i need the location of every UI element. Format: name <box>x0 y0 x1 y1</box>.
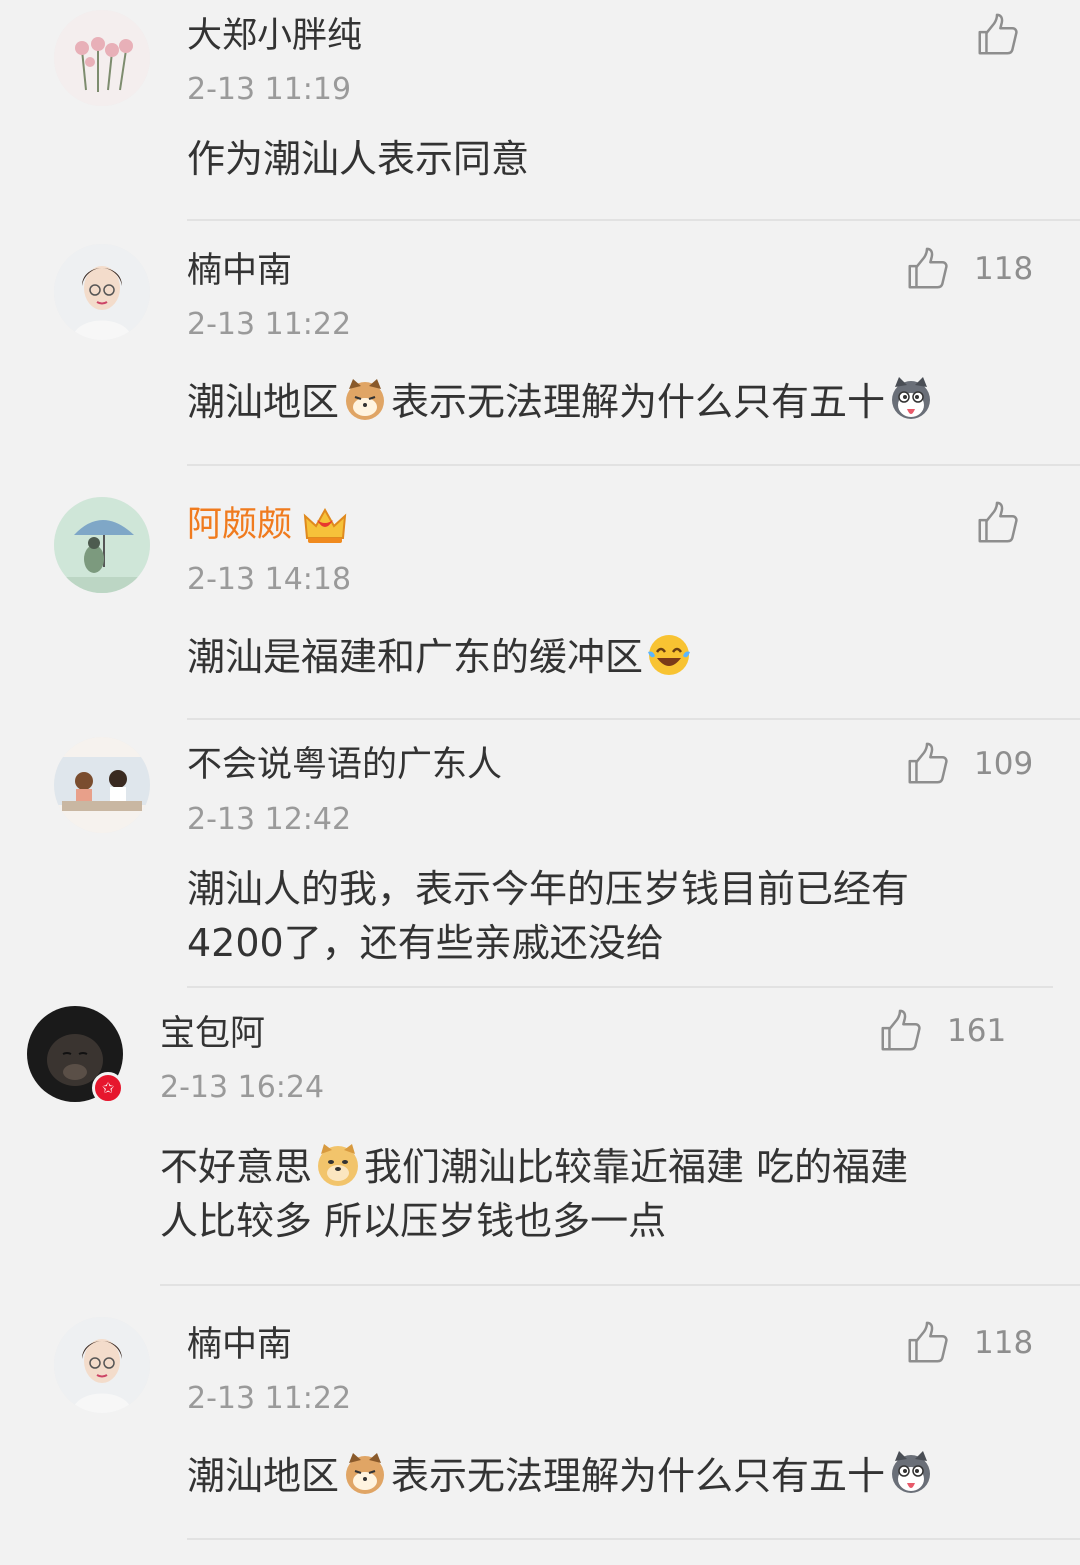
comment-text: 作为潮汕人表示同意 <box>187 137 530 181</box>
thumbs-up-icon <box>974 500 1020 546</box>
timestamp: 2-13 16:24 <box>160 1070 325 1105</box>
husky-emoji-icon <box>892 1451 931 1493</box>
verified-badge-icon: ✩ <box>92 1072 124 1104</box>
username[interactable]: 楠中南 <box>187 249 292 293</box>
like-count: 118 <box>974 251 1034 287</box>
avatar[interactable] <box>54 244 150 340</box>
timestamp: 2-13 11:22 <box>187 307 352 342</box>
text-line: 人比较多 所以压岁钱也多一点 <box>160 1199 667 1243</box>
like-button[interactable]: 161 <box>877 1006 1006 1056</box>
thumbs-up-icon <box>904 741 950 787</box>
comment-text: 潮汕人的我，表示今年的压岁钱目前已经有 4200了，还有些亲戚还没给 <box>187 862 909 970</box>
like-button[interactable] <box>974 10 1020 60</box>
timestamp: 2-13 14:18 <box>187 562 352 597</box>
comment-text: 潮汕是福建和广东的缓冲区 <box>187 630 695 684</box>
avatar[interactable] <box>54 10 150 106</box>
text-segment: 潮汕是福建和广东的缓冲区 <box>187 635 644 679</box>
text-segment: 潮汕地区 <box>187 380 340 424</box>
like-button[interactable]: 118 <box>904 244 1033 294</box>
avatar[interactable] <box>54 497 150 593</box>
timestamp: 2-13 12:42 <box>187 802 352 837</box>
timestamp: 2-13 11:19 <box>187 72 352 107</box>
thumbs-up-icon <box>904 246 950 292</box>
like-count: 109 <box>974 746 1034 782</box>
username[interactable]: 不会说粤语的广东人 <box>187 743 502 787</box>
divider <box>187 986 1053 988</box>
like-button[interactable]: 118 <box>904 1318 1033 1368</box>
username[interactable]: 大郑小胖纯 <box>187 14 362 58</box>
text-segment: 我们潮汕比较靠近福建 吃的福建 <box>364 1145 909 1189</box>
text-line: 不好意思 我们潮汕比较靠近福建 吃的福建 <box>160 1140 908 1194</box>
avatar[interactable] <box>54 1317 150 1413</box>
thumbs-up-icon <box>974 12 1020 58</box>
like-button[interactable] <box>974 498 1020 548</box>
text-line: 4200了，还有些亲戚还没给 <box>187 921 664 965</box>
doge-emoji-icon <box>318 1144 359 1186</box>
cat-emoji-icon <box>346 1453 385 1494</box>
divider <box>187 1538 1080 1540</box>
thumbs-up-icon <box>877 1008 923 1054</box>
thumbs-up-icon <box>904 1320 950 1366</box>
text-segment: 不好意思 <box>160 1145 313 1189</box>
username[interactable]: 阿颇颇 <box>187 503 348 547</box>
text-segment: 潮汕地区 <box>187 1454 340 1498</box>
text-line: 潮汕人的我，表示今年的压岁钱目前已经有 <box>187 867 910 911</box>
divider <box>160 1284 1080 1286</box>
username[interactable]: 楠中南 <box>187 1323 292 1367</box>
avatar[interactable] <box>54 737 150 833</box>
username[interactable]: 宝包阿 <box>160 1012 265 1056</box>
text-segment: 表示无法理解为什么只有五十 <box>391 1454 886 1498</box>
laughing-tears-emoji-icon <box>648 635 691 675</box>
like-button[interactable]: 109 <box>904 739 1033 789</box>
like-count: 161 <box>947 1013 1007 1049</box>
comment-text: 潮汕地区 表示无法理解为什么只有五十 <box>187 375 937 429</box>
husky-emoji-icon <box>892 377 931 419</box>
like-count: 118 <box>974 1325 1034 1361</box>
cat-emoji-icon <box>346 379 385 420</box>
comment-text: 不好意思 我们潮汕比较靠近福建 吃的福建 人比较多 所以压岁钱也多一点 <box>160 1140 908 1248</box>
timestamp: 2-13 11:22 <box>187 1381 352 1416</box>
comment-text: 潮汕地区 表示无法理解为什么只有五十 <box>187 1449 937 1503</box>
divider <box>187 464 1080 466</box>
divider <box>187 219 1080 221</box>
username-text: 阿颇颇 <box>187 505 293 545</box>
divider <box>187 718 1080 720</box>
vip-crown-icon <box>303 507 347 543</box>
text-segment: 表示无法理解为什么只有五十 <box>391 380 886 424</box>
